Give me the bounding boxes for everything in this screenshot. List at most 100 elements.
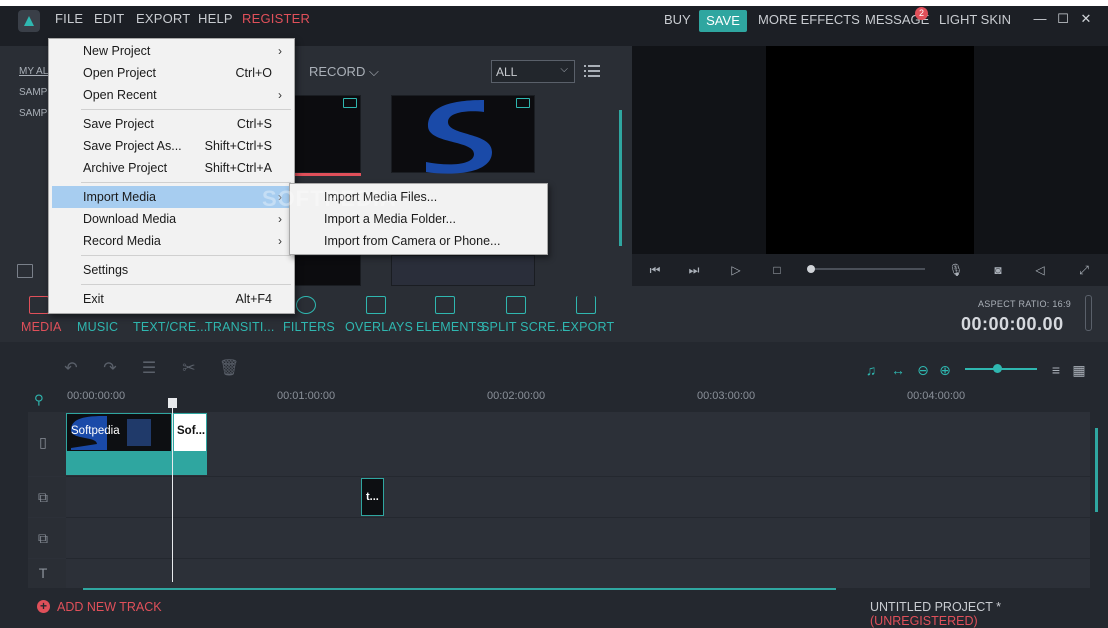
toolbar-scrollbar[interactable]	[1085, 295, 1092, 331]
delete-icon[interactable]: 🗑	[219, 360, 239, 378]
zoom-slider-handle[interactable]	[993, 364, 1002, 373]
audio-waveform	[173, 451, 207, 475]
fullscreen-icon[interactable]: ⤢	[1076, 262, 1092, 278]
track-divider	[66, 517, 1090, 518]
tab-export[interactable]: EXPORT	[562, 320, 614, 334]
timeline-vertical-scrollbar[interactable]	[1095, 428, 1098, 512]
text-track-icon: T	[38, 565, 48, 581]
library-item-sample[interactable]: SAMP	[19, 87, 47, 98]
clip-label: Sof...	[177, 425, 206, 437]
media-thumbnail[interactable]	[391, 95, 535, 174]
microphone-icon[interactable]: 🎙	[948, 262, 964, 278]
close-icon[interactable]: ✕	[1079, 12, 1093, 26]
redo-icon[interactable]: ↷	[101, 360, 119, 378]
timeline-horizontal-scrollbar[interactable]	[83, 588, 836, 590]
menu-separator	[81, 284, 291, 285]
menu-register[interactable]: REGISTER	[242, 11, 310, 26]
menu-file[interactable]: FILE	[55, 11, 83, 26]
menu-export[interactable]: EXPORT	[136, 11, 190, 26]
list-view-icon[interactable]	[584, 64, 600, 83]
list-view-icon[interactable]: ≡	[1047, 361, 1065, 379]
library-item-sample[interactable]: SAMP	[19, 108, 47, 119]
tab-overlays[interactable]: OVERLAYS	[345, 320, 413, 334]
more-effects-link[interactable]: MORE EFFECTS	[758, 12, 860, 27]
zoom-out-icon[interactable]: ⊖	[914, 361, 932, 379]
chevron-right-icon: ›	[278, 44, 282, 58]
tab-split-screen[interactable]: SPLIT SCRE...	[481, 320, 567, 334]
tab-media[interactable]: MEDIA	[21, 320, 62, 334]
tab-transitions[interactable]: TRANSITI...	[205, 320, 275, 334]
unregistered-label: (UNREGISTERED)	[870, 614, 978, 628]
library-item-my-album[interactable]: MY AL	[19, 66, 48, 77]
skip-back-icon[interactable]: ⏮	[647, 262, 663, 278]
tab-text-credits[interactable]: TEXT/CRE...	[133, 320, 207, 334]
menu-item-new-project[interactable]: New Project ›	[52, 40, 291, 62]
menu-item-open-project[interactable]: Open Project Ctrl+O	[52, 62, 291, 84]
pip-track-icon: ⧉	[38, 530, 48, 546]
step-frame-icon[interactable]: ⏭	[686, 262, 702, 278]
buy-link[interactable]: BUY	[664, 12, 691, 27]
undo-icon[interactable]: ↶	[62, 360, 80, 378]
scrubber-handle[interactable]	[807, 265, 815, 273]
light-skin-link[interactable]: LIGHT SKIN	[939, 12, 1011, 27]
minimize-icon[interactable]: —	[1033, 12, 1047, 26]
audio-mixer-icon[interactable]: ♫	[862, 361, 880, 379]
snap-magnet-icon[interactable]: ⚲	[34, 392, 50, 408]
playback-scrubber[interactable]	[812, 268, 925, 270]
menu-item-open-recent[interactable]: Open Recent ›	[52, 84, 291, 106]
video-track-icon: ▯	[39, 434, 47, 450]
tab-elements[interactable]: ELEMENTS	[416, 320, 485, 334]
menu-item-settings[interactable]: Settings	[52, 259, 291, 281]
media-folder-icon	[29, 296, 49, 314]
chevron-right-icon: ›	[278, 234, 282, 248]
menu-help[interactable]: HELP	[198, 11, 233, 26]
add-icon[interactable]: +	[37, 600, 50, 613]
elements-image-icon	[435, 296, 455, 314]
grid-view-icon[interactable]: ▦	[1070, 361, 1088, 379]
play-icon[interactable]: ▷	[728, 262, 744, 278]
volume-icon[interactable]: ◁	[1032, 262, 1048, 278]
ruler-tick-label: 00:03:00:00	[697, 390, 756, 402]
camera-snapshot-icon[interactable]: ◙	[990, 262, 1006, 278]
library-scrollbar[interactable]	[619, 110, 622, 246]
menu-separator	[81, 109, 291, 110]
fit-timeline-icon[interactable]: ↔	[889, 361, 907, 379]
menu-item-archive-project[interactable]: Archive Project Shift+Ctrl+A	[52, 157, 291, 179]
playhead[interactable]	[172, 398, 173, 582]
filter-select[interactable]: ALL ⌵	[491, 60, 575, 83]
adjust-icon[interactable]: ☰	[140, 360, 158, 378]
stop-icon[interactable]: □	[769, 262, 785, 278]
menu-item-record-media[interactable]: Record Media ›	[52, 230, 291, 252]
cut-icon[interactable]: ✂	[180, 360, 198, 378]
menu-separator	[81, 182, 291, 183]
menu-item-import-from-camera[interactable]: Import from Camera or Phone...	[293, 230, 546, 252]
media-thumbnail[interactable]	[294, 255, 361, 286]
clip-label: t...	[366, 491, 379, 503]
tab-music[interactable]: MUSIC	[77, 320, 118, 334]
audio-waveform	[66, 451, 172, 475]
zoom-in-icon[interactable]: ⊕	[936, 361, 954, 379]
file-menu-dropdown: New Project › Open Project Ctrl+O Open Rec…	[48, 38, 295, 314]
filters-icon	[296, 296, 316, 314]
message-count-badge: 2	[915, 7, 928, 20]
maximize-icon[interactable]: ☐	[1056, 12, 1070, 26]
aspect-ratio-label: ASPECT RATIO: 16:9	[978, 299, 1072, 309]
menu-item-download-media[interactable]: Download Media ›	[52, 208, 291, 230]
track-divider	[66, 558, 1090, 559]
media-thumbnail[interactable]	[391, 255, 535, 286]
record-dropdown[interactable]: RECORD ⌵	[309, 64, 379, 80]
tab-filters[interactable]: FILTERS	[283, 320, 335, 334]
menu-item-save-project[interactable]: Save Project Ctrl+S	[52, 113, 291, 135]
export-share-icon	[576, 296, 596, 314]
video-camera-icon	[343, 98, 357, 108]
menu-item-import-media[interactable]: Import Media ›	[52, 186, 291, 208]
menu-edit[interactable]: EDIT	[94, 11, 124, 26]
overlays-icon	[366, 296, 386, 314]
app-logo-icon	[18, 10, 40, 32]
menu-item-exit[interactable]: Exit Alt+F4	[52, 288, 291, 310]
save-button[interactable]: SAVE	[699, 10, 747, 32]
thumbnail-selected-bar	[294, 173, 361, 176]
add-new-track-button[interactable]: ADD NEW TRACK	[57, 600, 162, 614]
add-folder-icon[interactable]	[17, 264, 33, 278]
menu-item-save-project-as[interactable]: Save Project As... Shift+Ctrl+S	[52, 135, 291, 157]
